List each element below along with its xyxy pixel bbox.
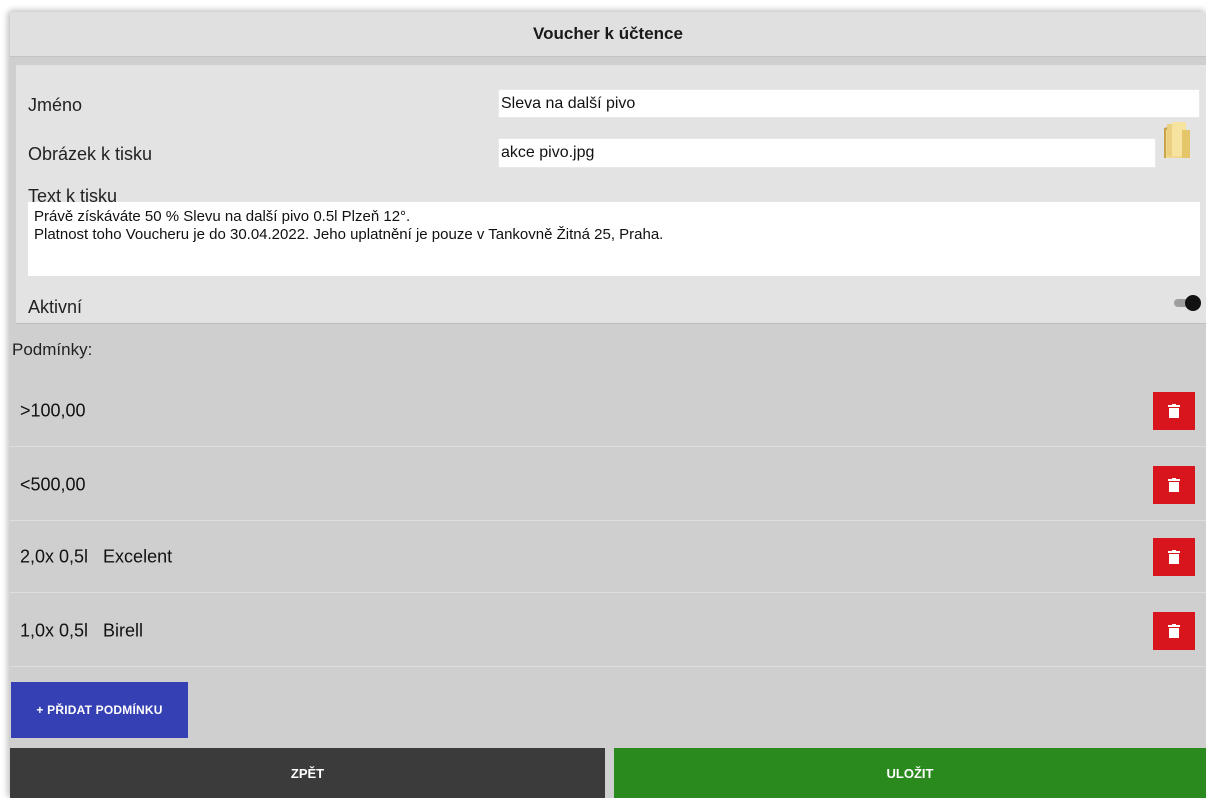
- image-label: Obrázek k tisku: [28, 144, 153, 164]
- conditions-header: Podmínky:: [12, 340, 93, 359]
- folder-icon[interactable]: [1162, 120, 1192, 160]
- condition-text: 1,0x 0,5l Birell: [20, 620, 144, 640]
- trash-icon: [1168, 549, 1180, 564]
- trash-icon: [1168, 623, 1180, 638]
- delete-condition-button[interactable]: [1153, 391, 1195, 430]
- condition-row: 1,0x 0,5l Birell: [10, 595, 1206, 667]
- delete-condition-button[interactable]: [1153, 537, 1195, 576]
- active-toggle[interactable]: [1172, 295, 1202, 311]
- trash-icon: [1168, 403, 1180, 418]
- voucher-dialog: Voucher k účtence Jméno Sleva na další p…: [10, 12, 1206, 798]
- save-button[interactable]: ULOŽIT: [614, 748, 1206, 798]
- name-label: Jméno: [28, 95, 83, 115]
- delete-condition-button[interactable]: [1153, 611, 1195, 650]
- print-text-area[interactable]: Právě získáváte 50 % Slevu na další pivo…: [28, 202, 1200, 276]
- condition-text: <500,00: [20, 474, 86, 494]
- toggle-knob: [1185, 295, 1201, 311]
- image-input[interactable]: akce pivo.jpg: [498, 138, 1156, 168]
- name-input[interactable]: Sleva na další pivo: [498, 89, 1200, 118]
- condition-row: >100,00: [10, 375, 1206, 447]
- print-text-line-1: Právě získáváte 50 % Slevu na další pivo…: [34, 208, 411, 225]
- condition-text: >100,00: [20, 400, 86, 420]
- add-condition-button[interactable]: + PŘIDAT PODMÍNKU: [11, 682, 188, 738]
- delete-condition-button[interactable]: [1153, 465, 1195, 504]
- voucher-form: Jméno Sleva na další pivo Obrázek k tisk…: [16, 65, 1206, 324]
- condition-text: 2,0x 0,5l Excelent: [20, 546, 173, 566]
- print-text-line-2: Platnost toho Voucheru je do 30.04.2022.…: [34, 226, 664, 243]
- name-input-value: Sleva na další pivo: [501, 94, 636, 112]
- dialog-title: Voucher k účtence: [10, 12, 1206, 57]
- trash-icon: [1168, 477, 1180, 492]
- image-input-value: akce pivo.jpg: [501, 144, 595, 161]
- back-button[interactable]: ZPĚT: [10, 748, 605, 798]
- condition-row: 2,0x 0,5l Excelent: [10, 521, 1206, 593]
- condition-row: <500,00: [10, 449, 1206, 521]
- active-label: Aktivní: [28, 297, 83, 317]
